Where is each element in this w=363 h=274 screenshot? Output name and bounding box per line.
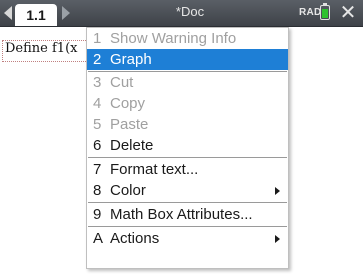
close-icon[interactable]: ✕ [337,2,359,24]
menu-item-number: A [93,230,104,247]
menu-item-number: 8 [93,182,102,199]
menu-item-delete[interactable]: 6 Delete [87,135,288,156]
menu-item-cut[interactable]: 3 Cut [87,72,288,93]
battery-icon [320,3,330,20]
menu-separator [88,226,287,227]
tab-1-1[interactable]: 1.1 [15,4,57,26]
math-box-text: Define f1(x [5,41,78,56]
menu-separator [88,157,287,158]
submenu-arrow-icon [275,235,280,243]
menu-item-label: Format text... [110,161,199,178]
menu-separator [88,202,287,203]
menu-item-actions[interactable]: A Actions [87,228,288,249]
menu-item-label: Cut [110,74,134,91]
chevron-right-icon[interactable] [62,6,70,20]
menu-item-color[interactable]: 8 Color [87,180,288,201]
battery-level [322,9,328,18]
menu-item-graph[interactable]: 2 Graph [87,49,288,70]
angle-mode-indicator: RAD [299,7,322,18]
menu-item-label: Math Box Attributes... [110,206,253,223]
menu-item-number: 7 [93,161,102,178]
menu-item-label: Paste [110,116,149,133]
submenu-arrow-icon [275,187,280,195]
menu-item-number: 4 [93,95,102,112]
document-title: *Doc [175,4,205,19]
context-menu: 1 Show Warning Info 2 Graph 3 Cut 4 Copy… [86,27,289,269]
menu-item-number: 5 [93,116,102,133]
menu-item-math-box-attributes[interactable]: 9 Math Box Attributes... [87,204,288,225]
menu-item-format-text[interactable]: 7 Format text... [87,159,288,180]
menu-item-number: 2 [93,51,102,68]
chevron-left-icon[interactable] [4,6,12,20]
menu-item-copy[interactable]: 4 Copy [87,93,288,114]
menu-item-label: Delete [110,137,154,154]
menu-item-label: Color [110,182,146,199]
menu-item-number: 3 [93,74,102,91]
menu-item-paste[interactable]: 5 Paste [87,114,288,135]
menu-item-show-warning-info[interactable]: 1 Show Warning Info [87,28,288,49]
menu-item-label: Actions [110,230,160,247]
menu-item-label: Show Warning Info [110,30,237,47]
menu-item-label: Copy [110,95,146,112]
title-bar: 1.1 *Doc RAD ✕ [0,0,363,27]
menu-item-label: Graph [110,51,152,68]
menu-item-number: 6 [93,137,102,154]
menu-item-number: 1 [93,30,102,47]
menu-item-number: 9 [93,206,102,223]
